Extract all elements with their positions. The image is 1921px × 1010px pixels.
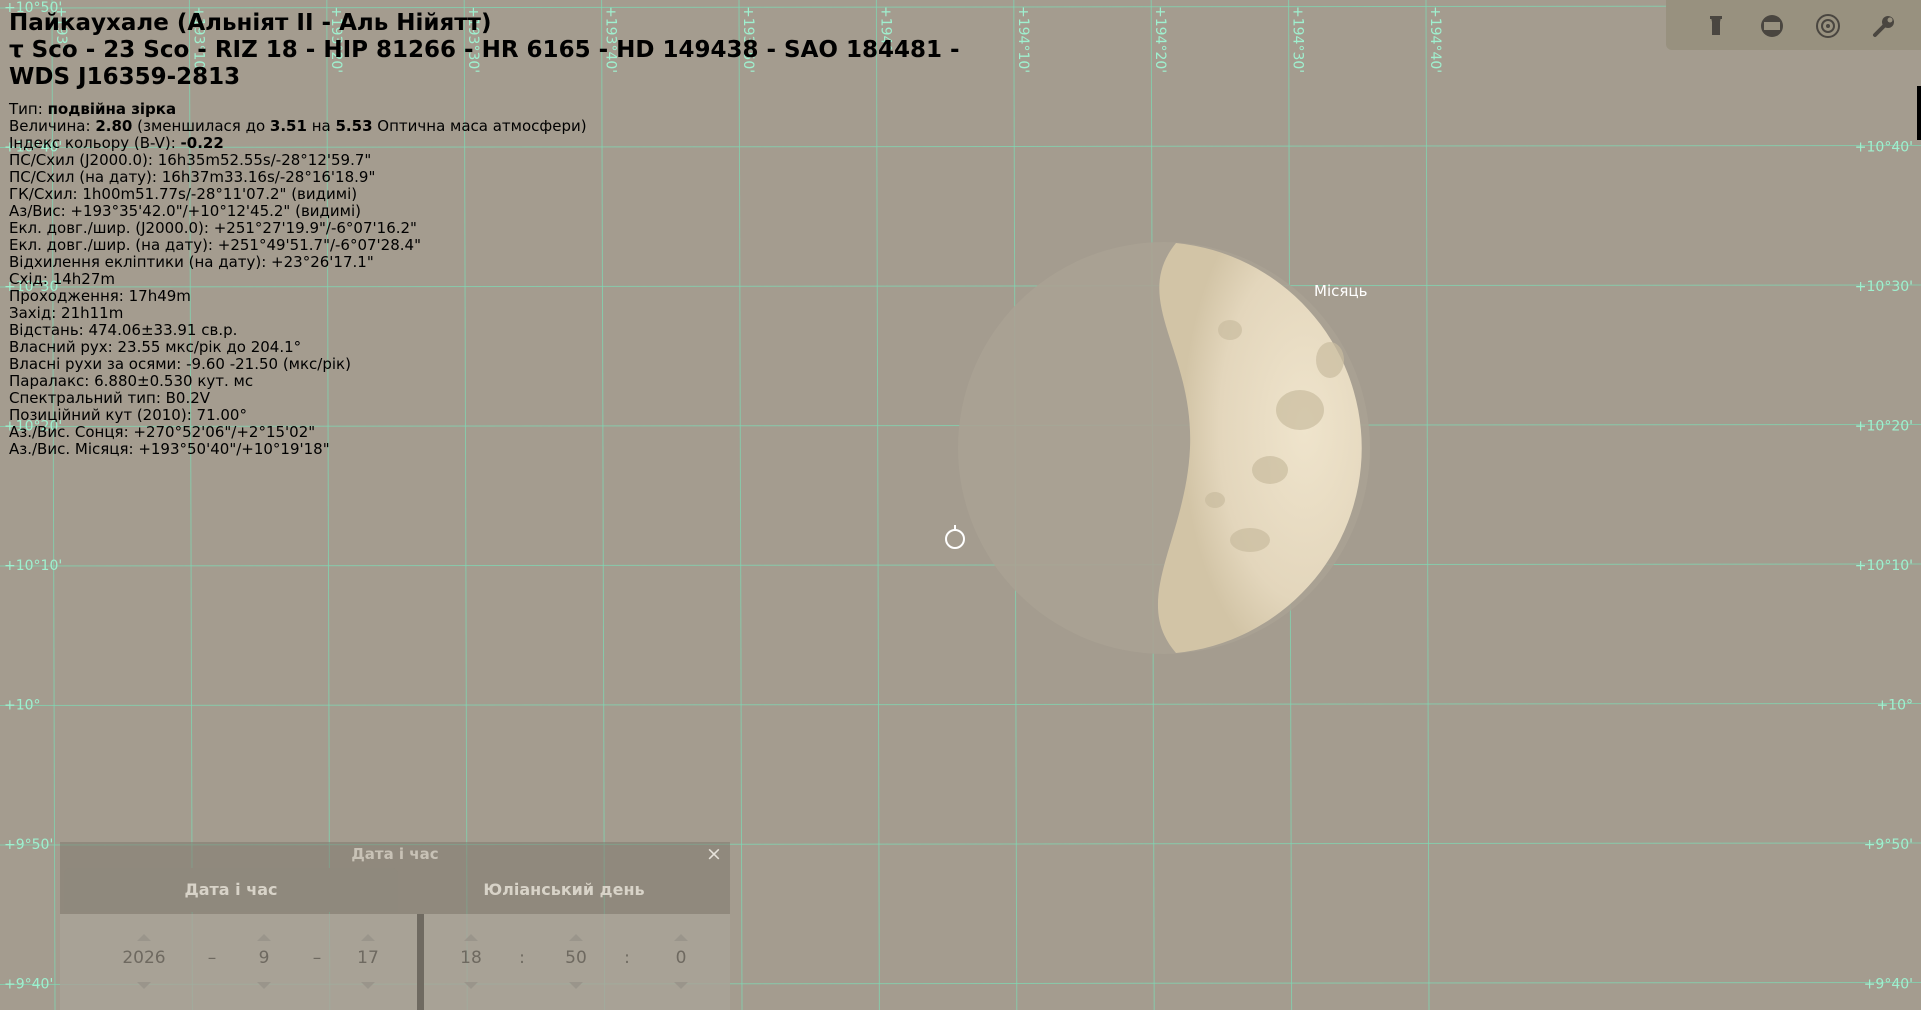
second-up-arrow-icon[interactable] xyxy=(674,934,688,941)
info-line: ПС/Схил (J2000.0): 16h35m52.55s/-28°12'5… xyxy=(9,151,372,169)
moon-label: Місяць xyxy=(1314,282,1368,300)
object-title-line-1: Пайкаухале (Альніят II - Аль Нійятт) xyxy=(9,10,492,36)
second-spinbox[interactable]: 0 xyxy=(646,914,716,1010)
tab-date-time[interactable]: Дата і час xyxy=(64,868,398,912)
day-spinbox[interactable]: 17 xyxy=(333,914,403,1010)
time-separator: : xyxy=(519,948,525,968)
info-line: ГК/Схил: 1h00m51.77s/-28°11'07.2" (видим… xyxy=(9,185,358,203)
minute-up-arrow-icon[interactable] xyxy=(569,934,583,941)
year-up-arrow-icon[interactable] xyxy=(137,934,151,941)
info-line: Екл. довг./шир. (на дату): +251°49'51.7"… xyxy=(9,236,421,254)
object-details: Тип: подвійна зірка Величина: 2.80 (змен… xyxy=(9,101,969,458)
time-panel: 18 : 50 : 0 xyxy=(424,914,730,1010)
info-line: Захід: 21h11m xyxy=(9,304,124,322)
info-line: Власні рухи за осями: -9.60 -21.50 (мкс/… xyxy=(9,355,351,373)
info-line: Відхилення екліптики (на дату): +23°26'1… xyxy=(9,253,374,271)
second-down-arrow-icon[interactable] xyxy=(674,982,688,989)
tab-julian-day[interactable]: Юліанський день xyxy=(398,868,730,912)
info-line: Спектральний тип: B0.2V xyxy=(9,389,211,407)
info-line: ПС/Схил (на дату): 16h37m33.16s/-28°16'1… xyxy=(9,168,376,186)
object-title-line-3: WDS J16359-2813 xyxy=(9,64,241,90)
selected-object-marker[interactable] xyxy=(945,525,965,549)
date-time-dialog: Дата і час × Дата і час Юліанський день … xyxy=(60,842,730,1010)
telrad-icon[interactable] xyxy=(1812,10,1844,42)
close-icon[interactable]: × xyxy=(704,842,724,866)
month-spinbox[interactable]: 9 xyxy=(229,914,299,1010)
info-line: Паралакс: 6.880±0.530 кут. мс xyxy=(9,372,254,390)
day-up-arrow-icon[interactable] xyxy=(361,934,375,941)
object-color-index: Індекс кольору (B-V): -0.22 xyxy=(9,134,224,152)
minute-spinbox[interactable]: 50 xyxy=(541,914,611,1010)
screen-edge-marker xyxy=(1917,86,1921,140)
dialog-title: Дата і час xyxy=(351,845,439,863)
hour-up-arrow-icon[interactable] xyxy=(464,934,478,941)
month-up-arrow-icon[interactable] xyxy=(257,934,271,941)
panel-divider xyxy=(417,914,424,1010)
info-line: Проходження: 17h49m xyxy=(9,287,191,305)
day-down-arrow-icon[interactable] xyxy=(361,982,375,989)
object-title: Пайкаухале (Альніят II - Аль Нійятт) τ S… xyxy=(9,10,969,91)
info-line: Схід: 14h27m xyxy=(9,270,116,288)
info-line: Аз./Вис. Сонця: +270°52'06"/+2°15'02" xyxy=(9,423,316,441)
year-spinbox[interactable]: 2026 xyxy=(97,914,191,1010)
month-down-arrow-icon[interactable] xyxy=(257,982,271,989)
wrench-icon[interactable] xyxy=(1868,10,1900,42)
date-panel: 2026 – 9 – 17 xyxy=(60,914,417,1010)
info-line: Екл. довг./шир. (J2000.0): +251°27'19.9"… xyxy=(9,219,417,237)
minute-down-arrow-icon[interactable] xyxy=(569,982,583,989)
hour-spinbox[interactable]: 18 xyxy=(436,914,506,1010)
info-line: Аз/Вис: +193°35'42.0"/+10°12'45.2" (види… xyxy=(9,202,361,220)
time-separator: : xyxy=(624,948,630,968)
info-line: Відстань: 474.06±33.91 св.р. xyxy=(9,321,238,339)
eyepiece-icon[interactable] xyxy=(1700,10,1732,42)
oculars-toolbar xyxy=(1666,0,1921,50)
sensor-frame-icon[interactable] xyxy=(1756,10,1788,42)
info-line: Позиційний кут (2010): 71.00° xyxy=(9,406,247,424)
object-type: Тип: подвійна зірка xyxy=(9,100,177,118)
info-line: Власний рух: 23.55 мкс/рік до 204.1° xyxy=(9,338,302,356)
year-down-arrow-icon[interactable] xyxy=(137,982,151,989)
object-magnitude: Величина: 2.80 (зменшилася до 3.51 на 5.… xyxy=(9,117,587,135)
date-separator: – xyxy=(312,948,322,968)
hour-down-arrow-icon[interactable] xyxy=(464,982,478,989)
info-line: Аз./Вис. Місяця: +193°50'40"/+10°19'18" xyxy=(9,440,330,458)
date-separator: – xyxy=(207,948,217,968)
object-info-panel: Пайкаухале (Альніят II - Аль Нійятт) τ S… xyxy=(9,10,969,458)
object-title-line-2: τ Sco - 23 Sco - RIZ 18 - HIP 81266 - HR… xyxy=(9,37,960,63)
